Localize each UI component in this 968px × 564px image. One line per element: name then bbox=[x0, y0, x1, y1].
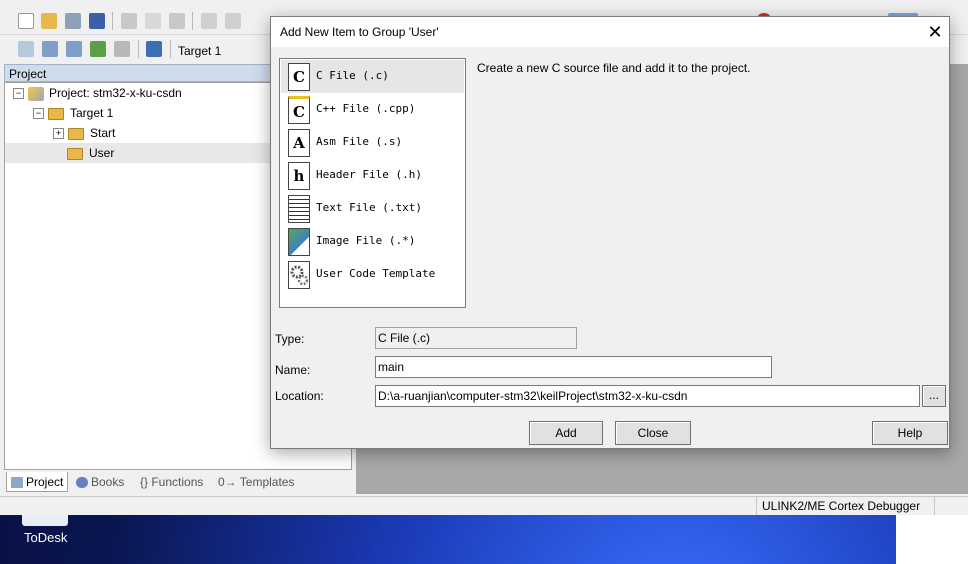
list-item-label: User Code Template bbox=[316, 267, 436, 280]
paste-icon[interactable] bbox=[169, 13, 185, 29]
load-icon[interactable] bbox=[146, 41, 162, 57]
list-item-c-file[interactable]: C C File (.c) bbox=[281, 60, 464, 93]
list-item-label: Header File (.h) bbox=[316, 168, 422, 181]
undo-icon[interactable] bbox=[201, 13, 217, 29]
dialog-title-bar[interactable]: Add New Item to Group 'User' ✕ bbox=[271, 17, 949, 47]
save-icon[interactable] bbox=[65, 13, 81, 29]
panel-tabs: Project Books {} Functions 0→ Templates bbox=[4, 472, 352, 492]
list-item-label: Text File (.txt) bbox=[316, 201, 422, 214]
list-item-image-file[interactable]: Image File (.*) bbox=[281, 225, 464, 258]
list-item-text-file[interactable]: Text File (.txt) bbox=[281, 192, 464, 225]
type-field: C File (.c) bbox=[375, 327, 577, 349]
tab-functions[interactable]: {} Functions bbox=[136, 472, 212, 492]
collapse-icon[interactable]: − bbox=[33, 108, 44, 120]
c-file-icon: C bbox=[288, 63, 310, 91]
stop-build-icon[interactable] bbox=[114, 41, 130, 57]
background-window-strip bbox=[896, 514, 968, 564]
item-description: Create a new C source file and add it to… bbox=[477, 61, 751, 75]
status-separator bbox=[756, 497, 757, 515]
location-label: Location: bbox=[275, 389, 324, 403]
list-item-cpp-file[interactable]: C C++ File (.cpp) bbox=[281, 93, 464, 126]
name-input[interactable]: main bbox=[375, 356, 772, 378]
list-item-label: Asm File (.s) bbox=[316, 135, 403, 148]
list-item-user-code-template[interactable]: User Code Template bbox=[281, 258, 464, 291]
tab-label: {} Functions bbox=[140, 475, 204, 489]
project-icon bbox=[28, 86, 44, 101]
save-all-icon[interactable] bbox=[89, 13, 105, 29]
item-type-list: C C File (.c) C C++ File (.cpp) A Asm Fi… bbox=[279, 58, 466, 308]
dialog-title: Add New Item to Group 'User' bbox=[280, 25, 439, 39]
folder-icon bbox=[68, 127, 84, 140]
project-tab-icon bbox=[11, 477, 23, 489]
tree-item-label: Target 1 bbox=[70, 106, 114, 120]
rebuild-icon[interactable] bbox=[66, 41, 82, 57]
tree-item-label: User bbox=[89, 146, 115, 160]
location-input[interactable]: D:\a-ruanjian\computer-stm32\keilProject… bbox=[375, 385, 920, 407]
tab-label: 0→ Templates bbox=[218, 475, 295, 489]
toolbar-separator bbox=[138, 40, 139, 58]
tab-books[interactable]: Books bbox=[72, 472, 130, 492]
gear-icon bbox=[288, 261, 310, 289]
add-new-item-dialog: Add New Item to Group 'User' ✕ C C File … bbox=[270, 16, 950, 449]
tree-item-label: Project: stm32-x-ku-csdn bbox=[49, 86, 182, 100]
toolbar-separator bbox=[170, 40, 171, 58]
tab-label: Project bbox=[26, 475, 64, 489]
browse-button[interactable]: ... bbox=[922, 385, 946, 407]
collapse-icon[interactable]: − bbox=[13, 88, 24, 100]
books-icon bbox=[76, 477, 88, 489]
cut-icon[interactable] bbox=[121, 13, 137, 29]
add-button[interactable]: Add bbox=[529, 421, 603, 445]
new-file-icon[interactable] bbox=[18, 13, 34, 29]
text-file-icon bbox=[288, 195, 310, 223]
image-file-icon bbox=[288, 228, 310, 256]
batch-build-icon[interactable] bbox=[90, 41, 106, 57]
folder-icon bbox=[48, 107, 64, 120]
close-icon[interactable]: ✕ bbox=[923, 21, 947, 43]
translate-icon[interactable] bbox=[18, 41, 34, 57]
toolbar-separator bbox=[112, 12, 113, 30]
build-icon[interactable] bbox=[42, 41, 58, 57]
type-label: Type: bbox=[275, 332, 305, 346]
tab-label: Books bbox=[91, 475, 125, 489]
close-button[interactable]: Close bbox=[615, 421, 691, 445]
list-item-asm-file[interactable]: A Asm File (.s) bbox=[281, 126, 464, 159]
open-folder-icon[interactable] bbox=[41, 13, 57, 29]
copy-icon[interactable] bbox=[145, 13, 161, 29]
help-button[interactable]: Help bbox=[872, 421, 948, 445]
list-item-label: C++ File (.cpp) bbox=[316, 102, 416, 115]
toolbar-separator bbox=[192, 12, 193, 30]
folder-icon bbox=[67, 147, 83, 160]
tree-item-label: Start bbox=[90, 126, 116, 140]
debugger-status: ULINK2/ME Cortex Debugger bbox=[762, 499, 921, 513]
target-select[interactable]: Target 1 bbox=[178, 44, 221, 58]
tab-project[interactable]: Project bbox=[6, 472, 68, 492]
asm-file-icon: A bbox=[288, 129, 310, 157]
list-item-label: C File (.c) bbox=[316, 69, 389, 82]
cpp-file-icon: C bbox=[288, 96, 310, 124]
desktop-icon-label[interactable]: ToDesk bbox=[24, 530, 67, 545]
list-item-header-file[interactable]: h Header File (.h) bbox=[281, 159, 464, 192]
name-label: Name: bbox=[275, 363, 311, 377]
list-item-label: Image File (.*) bbox=[316, 234, 416, 247]
tab-templates[interactable]: 0→ Templates bbox=[214, 472, 296, 492]
status-separator bbox=[934, 497, 935, 515]
redo-icon[interactable] bbox=[225, 13, 241, 29]
expand-icon[interactable]: + bbox=[53, 128, 64, 140]
status-bar: ULINK2/ME Cortex Debugger bbox=[0, 496, 968, 515]
header-file-icon: h bbox=[288, 162, 310, 190]
